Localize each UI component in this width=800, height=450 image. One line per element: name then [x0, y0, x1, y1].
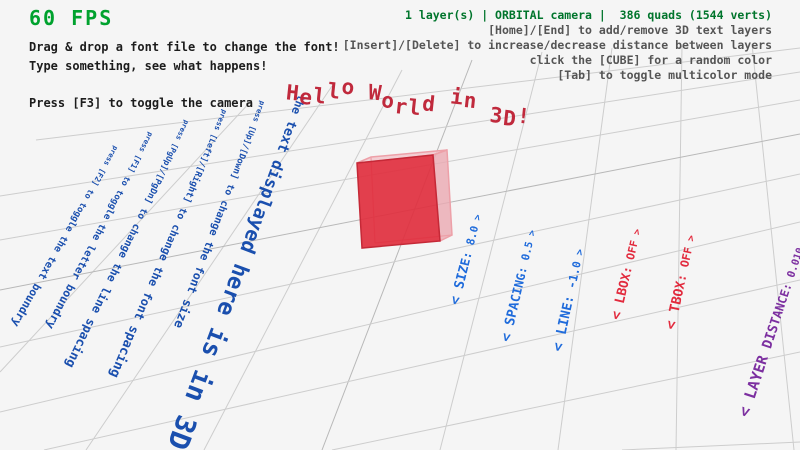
- help-left-line-2: Type something, see what happens!: [29, 57, 340, 76]
- help-right-line-2: [Insert]/[Delete] to increase/decrease d…: [343, 38, 772, 53]
- help-left-line-3: Press [F3] to toggle the camera: [29, 94, 340, 113]
- fps-counter: 60 FPS: [29, 6, 340, 30]
- help-right-line-3: click the [CUBE] for a random color: [343, 53, 772, 68]
- help-right-line-1: [Home]/[End] to add/remove 3D text layer…: [343, 23, 772, 38]
- cube[interactable]: [355, 148, 455, 252]
- hud-right: 1 layer(s) | ORBITAL camera | 386 quads …: [343, 8, 772, 83]
- help-right-line-4: [Tab] to toggle multicolor mode: [343, 68, 772, 83]
- hud-left: 60 FPS Drag & drop a font file to change…: [29, 6, 340, 113]
- stats-text: 1 layer(s) | ORBITAL camera | 386 quads …: [343, 8, 772, 23]
- help-left-line-1: Drag & drop a font file to change the fo…: [29, 38, 340, 57]
- text-draw-3d-demo-window: press [F2] to toggle the text boundry pr…: [0, 0, 800, 450]
